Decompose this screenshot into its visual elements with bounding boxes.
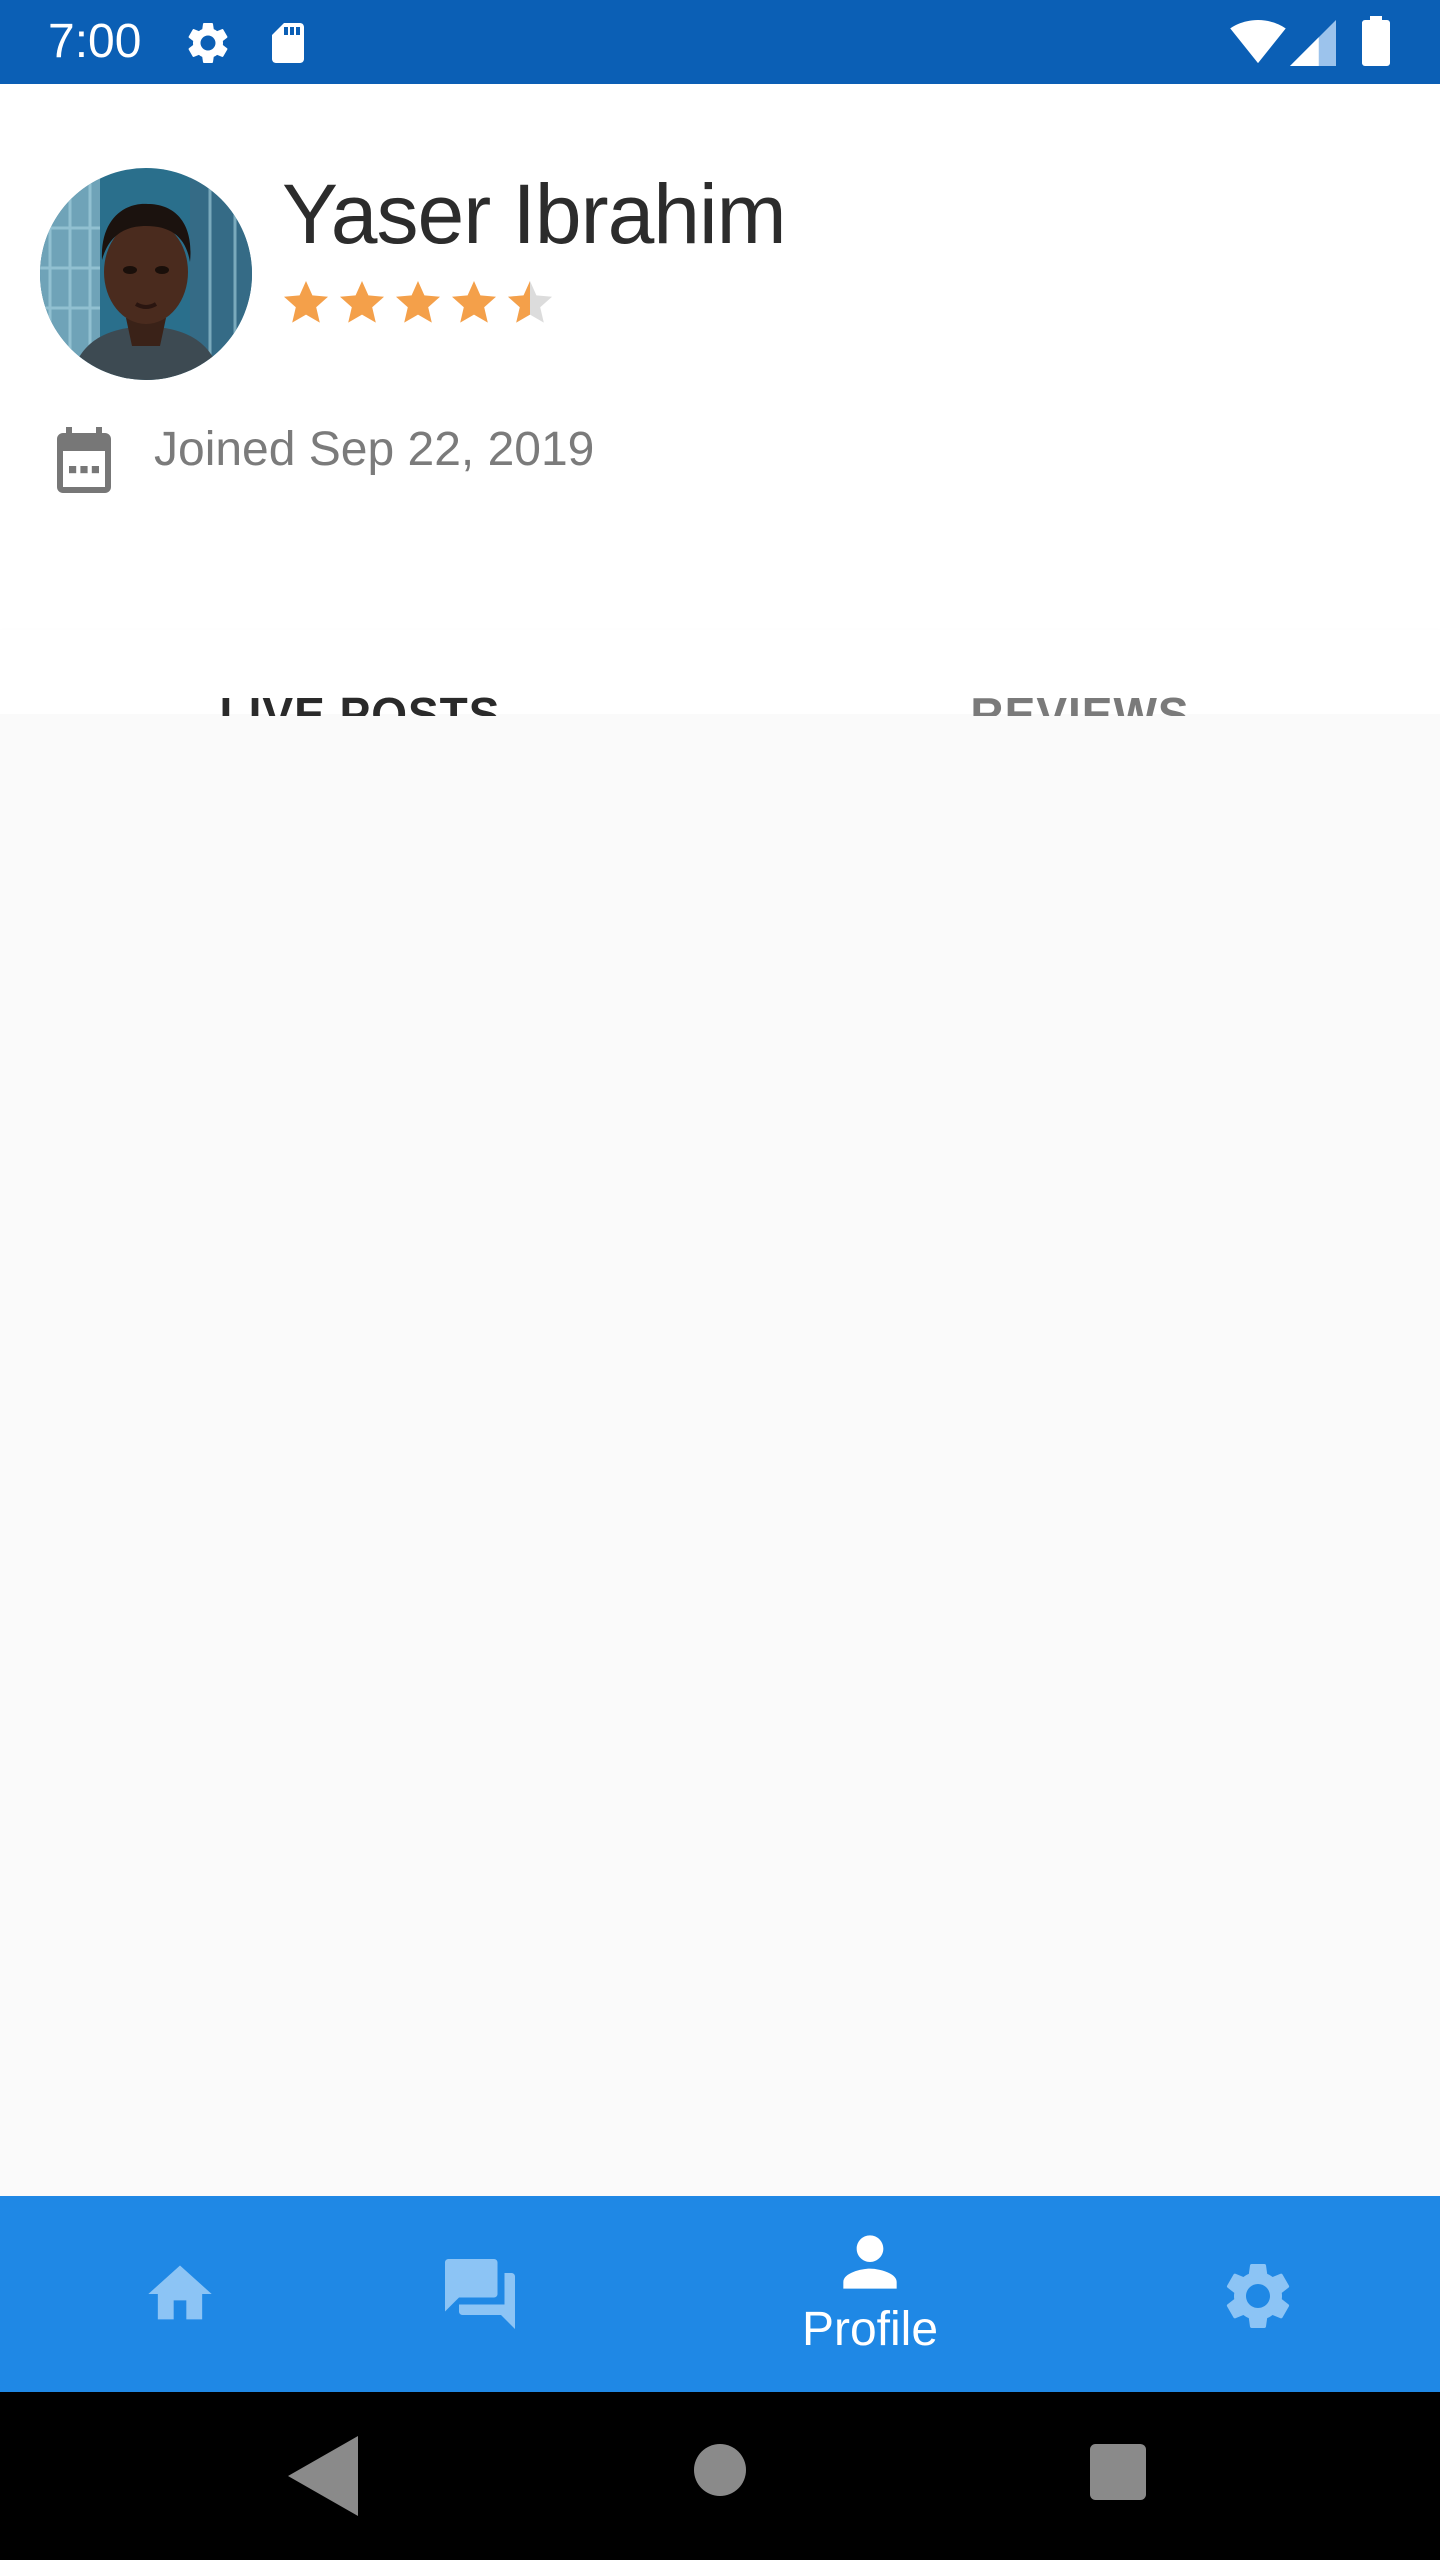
battery-icon: [1362, 16, 1390, 66]
star-icon: [396, 281, 440, 323]
live-posts-content: [0, 716, 1440, 2196]
star-icon: [340, 281, 384, 323]
wifi-icon: [1230, 20, 1286, 64]
profile-header: Yaser Ibrahim Joined Sep 22, 2019 LIVE P…: [0, 84, 1440, 800]
chat-icon: [445, 2259, 515, 2329]
nav-chat[interactable]: [400, 2196, 560, 2392]
star-rating: [282, 278, 554, 334]
nav-profile-label: Profile: [801, 2303, 939, 2356]
joined-date: Joined Sep 22, 2019: [154, 423, 595, 476]
back-icon[interactable]: [288, 2436, 358, 2516]
profile-name: Yaser Ibrahim: [282, 167, 787, 261]
system-navigation-bar: [0, 2392, 1440, 2560]
calendar-icon: [57, 427, 111, 493]
home-circle-icon[interactable]: [694, 2444, 746, 2496]
signal-icon: [1290, 20, 1336, 66]
nav-settings[interactable]: [1178, 2196, 1338, 2392]
half-star-icon: [508, 281, 552, 323]
settings-icon: [1226, 2264, 1290, 2328]
avatar-photo: [40, 168, 252, 380]
star-icon: [452, 281, 496, 323]
status-time: 7:00: [48, 15, 142, 68]
nav-home[interactable]: [100, 2196, 260, 2392]
bottom-navigation: Profile: [0, 2196, 1440, 2392]
gear-icon: [188, 22, 228, 63]
recents-icon[interactable]: [1090, 2444, 1146, 2500]
star-icon: [284, 281, 328, 323]
status-bar: 7:00: [0, 0, 1440, 84]
home-icon: [148, 2265, 212, 2320]
nav-profile[interactable]: Profile: [770, 2196, 970, 2392]
joined-row: Joined Sep 22, 2019: [48, 414, 848, 494]
person-icon: [843, 2235, 897, 2289]
sd-card-icon: [272, 23, 304, 63]
avatar[interactable]: [40, 168, 252, 380]
